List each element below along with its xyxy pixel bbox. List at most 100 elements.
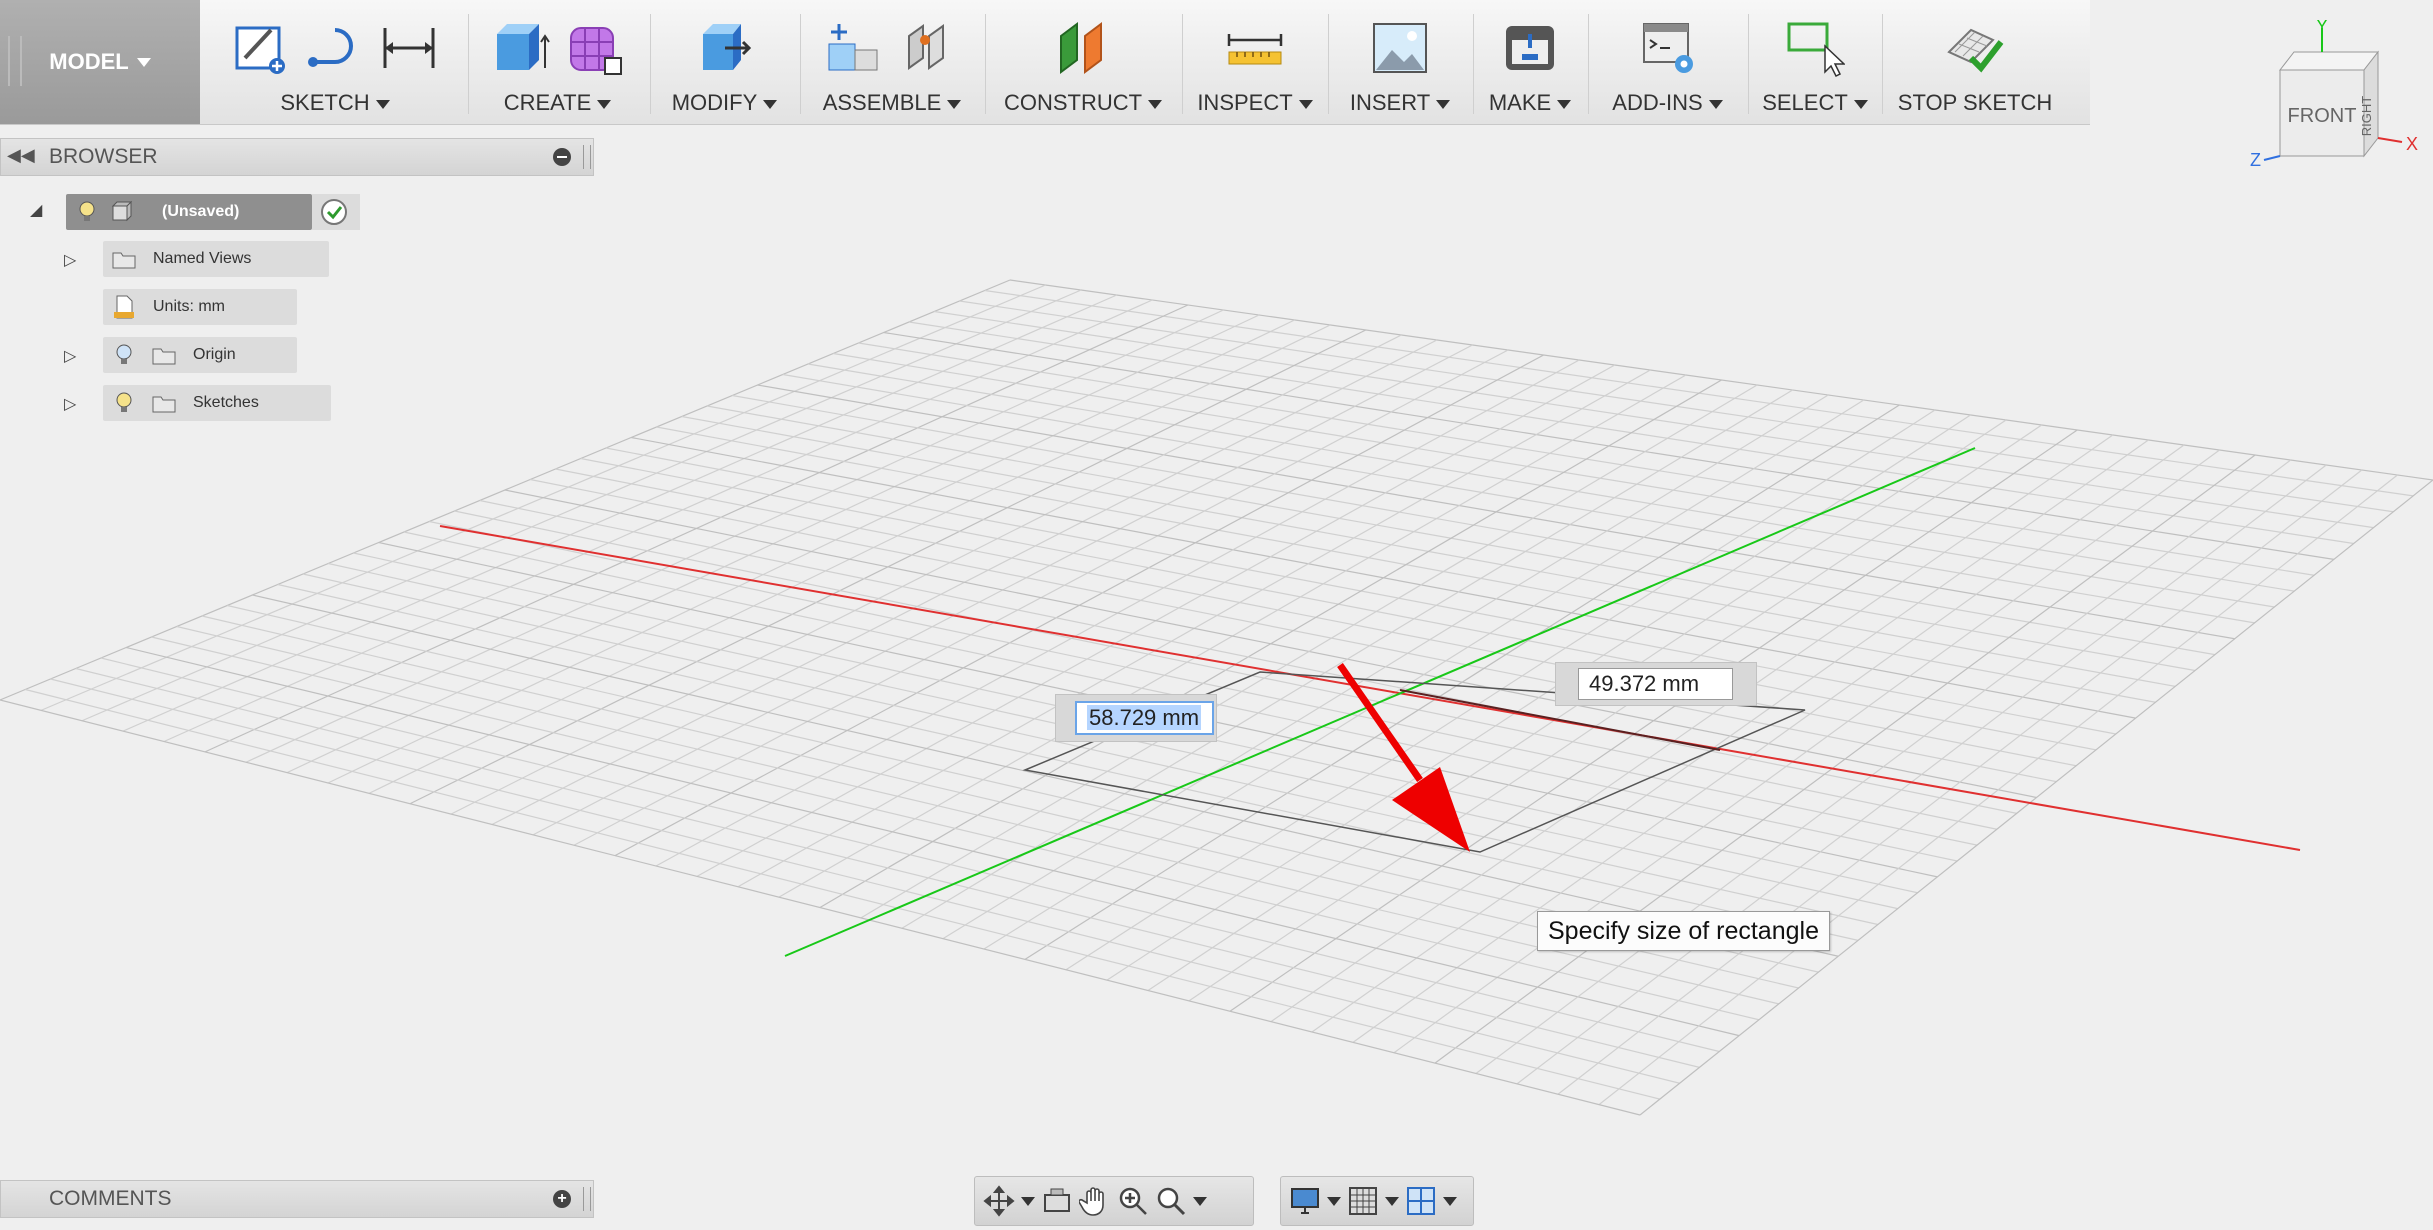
select-label: SELECT bbox=[1762, 90, 1848, 115]
orbit-icon[interactable] bbox=[983, 1185, 1015, 1217]
stop-sketch-icon[interactable] bbox=[1945, 18, 2005, 78]
tree-item-label: Units: mm bbox=[153, 298, 225, 315]
add-comment-icon[interactable]: + bbox=[553, 1190, 571, 1208]
grid-line bbox=[50, 678, 1680, 1084]
width-dimension-value: 58.729 mm bbox=[1087, 705, 1202, 730]
height-dimension-input[interactable]: 49.372 mm bbox=[1578, 668, 1733, 700]
select-group[interactable]: SELECT bbox=[1750, 0, 1880, 124]
zoom-icon[interactable] bbox=[1117, 1185, 1149, 1217]
extrude-icon[interactable] bbox=[491, 18, 551, 78]
viewcube-front-label[interactable]: FRONT bbox=[2288, 105, 2357, 127]
tree-item-sketches[interactable]: Sketches bbox=[103, 385, 331, 421]
minimize-icon[interactable] bbox=[553, 148, 571, 166]
add-ins-group[interactable]: ADD-INS bbox=[1590, 0, 1745, 124]
offset-plane-icon[interactable] bbox=[1053, 18, 1113, 78]
expand-arrow-icon[interactable]: ▷ bbox=[64, 346, 76, 366]
sketch-menu[interactable]: SKETCH bbox=[205, 90, 465, 116]
arc-icon[interactable] bbox=[305, 18, 365, 78]
look-at-icon[interactable] bbox=[1041, 1185, 1073, 1217]
viewcube[interactable]: FRONT RIGHT Y X Z bbox=[2250, 20, 2430, 180]
grid-line bbox=[0, 699, 1641, 1116]
width-dimension-box: 58.729 mm bbox=[1055, 694, 1217, 742]
folder-icon bbox=[152, 396, 176, 413]
root-label: (Unsaved) bbox=[162, 203, 240, 220]
tree-item-origin[interactable]: Origin bbox=[103, 337, 297, 373]
new-component-icon[interactable] bbox=[825, 18, 885, 78]
insert-image-icon[interactable] bbox=[1370, 18, 1430, 78]
construct-label: CONSTRUCT bbox=[1003, 90, 1143, 115]
assemble-menu[interactable]: ASSEMBLE bbox=[802, 90, 982, 116]
make-label: MAKE bbox=[1488, 90, 1552, 115]
make-group[interactable]: MAKE bbox=[1475, 0, 1585, 124]
visibility-bulb-icon[interactable] bbox=[111, 390, 137, 416]
grid-snaps-icon[interactable] bbox=[1347, 1185, 1379, 1217]
dimension-icon[interactable] bbox=[379, 18, 439, 78]
toolbar-grip[interactable] bbox=[8, 36, 22, 86]
construct-menu[interactable]: CONSTRUCT bbox=[988, 90, 1178, 116]
scripts-addins-icon[interactable] bbox=[1638, 18, 1698, 78]
construct-group[interactable]: CONSTRUCT bbox=[988, 0, 1178, 124]
visibility-bulb-icon[interactable] bbox=[111, 342, 137, 368]
expand-arrow-icon[interactable]: ◢ bbox=[30, 200, 42, 220]
annotation-arrow bbox=[1337, 663, 1470, 852]
measure-icon[interactable] bbox=[1225, 18, 1285, 78]
chevron-down-icon[interactable] bbox=[1021, 1196, 1035, 1206]
add-ins-menu[interactable]: ADD-INS bbox=[1590, 90, 1745, 116]
zoom-window-icon[interactable] bbox=[1155, 1185, 1187, 1217]
tree-item-named-views[interactable]: Named Views bbox=[103, 241, 329, 277]
form-icon[interactable] bbox=[565, 18, 625, 78]
joint-icon[interactable] bbox=[899, 18, 959, 78]
inspect-menu[interactable]: INSPECT bbox=[1185, 90, 1325, 116]
chevron-down-icon[interactable] bbox=[1385, 1196, 1399, 1206]
comments-panel-header[interactable]: COMMENTS + bbox=[0, 1180, 594, 1218]
expand-arrow-icon[interactable]: ▷ bbox=[64, 394, 76, 414]
press-pull-icon[interactable] bbox=[695, 18, 755, 78]
width-dimension-input[interactable]: 58.729 mm bbox=[1075, 701, 1214, 735]
make-menu[interactable]: MAKE bbox=[1475, 90, 1585, 116]
viewcube-right-label[interactable]: RIGHT bbox=[2359, 96, 2374, 137]
canvas-viewport[interactable] bbox=[0, 0, 2433, 1230]
navigation-toolbar bbox=[974, 1176, 1254, 1226]
workspace-switcher-button[interactable]: MODEL bbox=[0, 0, 200, 124]
tree-root-unsaved[interactable]: (Unsaved) bbox=[66, 194, 312, 230]
insert-group[interactable]: INSERT bbox=[1330, 0, 1470, 124]
display-settings-icon[interactable] bbox=[1289, 1185, 1321, 1217]
visibility-bulb-icon[interactable] bbox=[74, 199, 100, 225]
x-axis-line bbox=[439, 525, 2301, 851]
3d-print-icon[interactable] bbox=[1500, 18, 1560, 78]
grid-line bbox=[75, 667, 1700, 1068]
main-toolbar: MODEL SKETCH CREATE MODIFY ASSEMBLE CONS… bbox=[0, 0, 2090, 125]
tree-item-label: Origin bbox=[193, 346, 236, 363]
inspect-group[interactable]: INSPECT bbox=[1185, 0, 1325, 124]
browser-panel-header[interactable]: ◀◀ BROWSER bbox=[0, 138, 594, 176]
create-menu[interactable]: CREATE bbox=[470, 90, 645, 116]
insert-menu[interactable]: INSERT bbox=[1330, 90, 1470, 116]
expand-arrow-icon[interactable]: ▷ bbox=[64, 250, 76, 270]
panel-grip[interactable] bbox=[583, 1187, 591, 1211]
active-component-badge[interactable] bbox=[312, 194, 360, 230]
window-select-icon[interactable] bbox=[1785, 18, 1845, 78]
stop-sketch-button[interactable]: STOP SKETCH bbox=[1885, 0, 2065, 124]
chevron-down-icon bbox=[1298, 99, 1313, 109]
viewports-icon[interactable] bbox=[1405, 1185, 1437, 1217]
modify-group[interactable]: MODIFY bbox=[652, 0, 797, 124]
chevron-down-icon bbox=[947, 99, 962, 109]
command-tooltip: Specify size of rectangle bbox=[1537, 911, 1830, 951]
axis-x-label: X bbox=[2406, 134, 2418, 154]
tree-item-units[interactable]: Units: mm bbox=[103, 289, 297, 325]
create-sketch-icon[interactable] bbox=[231, 18, 291, 78]
collapse-panel-icon[interactable]: ◀◀ bbox=[7, 145, 35, 166]
tree-item-label: Named Views bbox=[153, 250, 252, 267]
pan-hand-icon[interactable] bbox=[1079, 1185, 1111, 1217]
chevron-down-icon[interactable] bbox=[1327, 1196, 1341, 1206]
modify-menu[interactable]: MODIFY bbox=[652, 90, 797, 116]
select-menu[interactable]: SELECT bbox=[1750, 90, 1880, 116]
create-group[interactable]: CREATE bbox=[470, 0, 645, 124]
chevron-down-icon[interactable] bbox=[1193, 1196, 1207, 1206]
chevron-down-icon[interactable] bbox=[1443, 1196, 1457, 1206]
grid-line bbox=[1598, 474, 2398, 1106]
panel-grip[interactable] bbox=[583, 145, 591, 169]
assemble-group[interactable]: ASSEMBLE bbox=[802, 0, 982, 124]
insert-label: INSERT bbox=[1349, 90, 1431, 115]
sketch-group[interactable]: SKETCH bbox=[205, 0, 465, 124]
